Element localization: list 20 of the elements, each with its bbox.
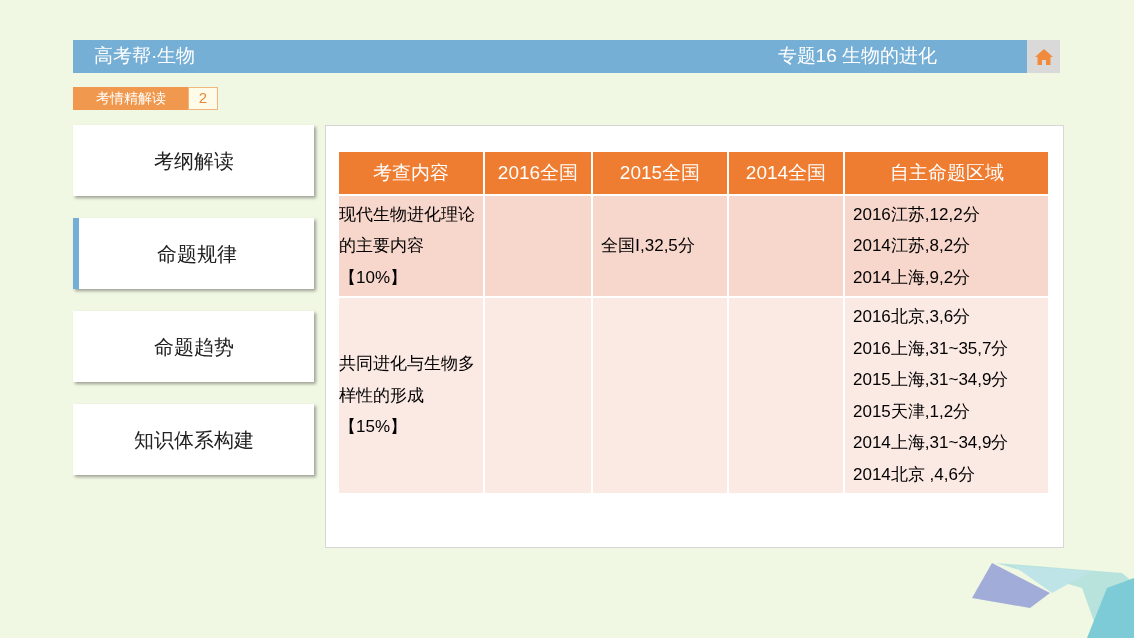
sidebar-item[interactable]: 命题规律 <box>73 218 314 289</box>
column-header: 2016全国 <box>484 151 592 195</box>
table-cell: 共同进化与生物多 样性的形成 【15%】 <box>338 297 484 494</box>
column-header: 2014全国 <box>728 151 844 195</box>
table-cell: 全国Ⅰ,32,5分 <box>592 195 728 297</box>
table-cell: 现代生物进化理论 的主要内容 【10%】 <box>338 195 484 297</box>
brand-title: 高考帮·生物 <box>94 44 196 69</box>
column-header: 自主命题区域 <box>844 151 1049 195</box>
table-cell: 2016北京,3,6分 2016上海,31~35,7分 2015上海,31~34,9分 2015天津,1,2分 2014上海,31~34,9分 2014北京 ,4,6分 <box>844 297 1049 494</box>
section-tag: 考情精解读 <box>73 87 188 110</box>
table-cell: 2016江苏,12,2分 2014江苏,8,2分 2014上海,9,2分 <box>844 195 1049 297</box>
home-button[interactable] <box>1027 40 1060 73</box>
home-icon <box>1033 47 1054 66</box>
sidebar-item[interactable]: 考纲解读 <box>73 125 314 196</box>
column-header: 2015全国 <box>592 151 728 195</box>
sidebar-item[interactable]: 命题趋势 <box>73 311 314 382</box>
sidebar-item[interactable]: 知识体系构建 <box>73 404 314 475</box>
section-number: 2 <box>188 87 218 110</box>
column-header: 考查内容 <box>338 151 484 195</box>
topic-title: 专题16 生物的进化 <box>777 44 937 69</box>
